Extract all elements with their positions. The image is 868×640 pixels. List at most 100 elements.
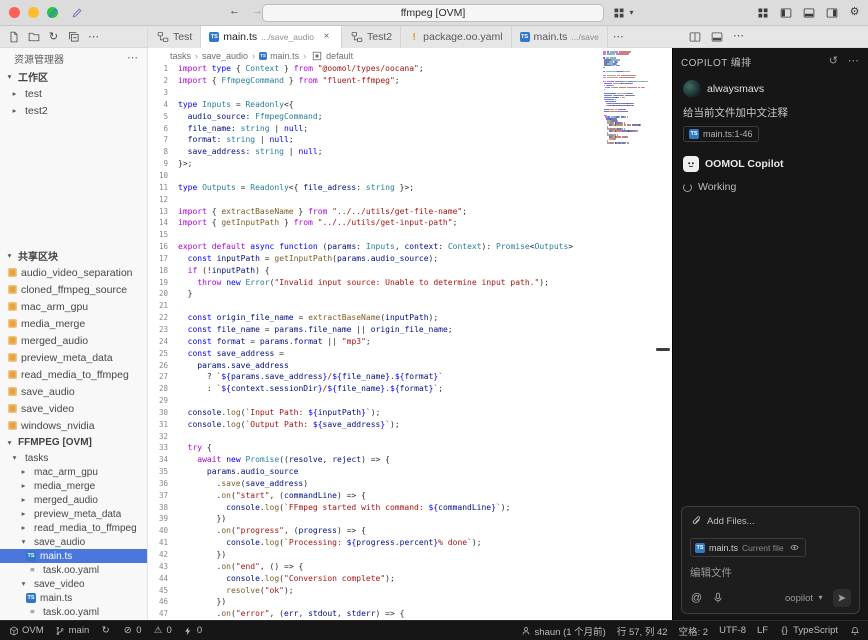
tree-item-preview_meta_data[interactable]: ▸preview_meta_data bbox=[0, 507, 147, 521]
status-eol[interactable]: LF bbox=[757, 625, 768, 636]
status-label: shaun (1 个月前) bbox=[535, 624, 606, 638]
chat-composer[interactable]: Add Files... TS main.ts Current file 编辑文… bbox=[681, 506, 860, 614]
history-icon[interactable]: ↺ bbox=[827, 55, 840, 68]
line-number: 39 bbox=[148, 514, 178, 523]
refresh-icon[interactable]: ↻ bbox=[47, 31, 60, 44]
tree-item-read_media_to_ffmpeg[interactable]: ▸read_media_to_ffmpeg bbox=[0, 521, 147, 535]
eye-icon[interactable] bbox=[788, 541, 801, 554]
section-header[interactable]: ▾共享区块 bbox=[0, 247, 147, 264]
settings-gear-icon[interactable]: ⚙ bbox=[848, 6, 861, 19]
tree-item-label: preview_meta_data bbox=[34, 509, 121, 520]
tree-item-save_video[interactable]: ▾save_video bbox=[0, 577, 147, 591]
tree-item-main-ts[interactable]: TSmain.ts bbox=[0, 549, 147, 563]
layout-switcher[interactable]: ▾ bbox=[612, 6, 636, 19]
tab-main-ts[interactable]: TSmain.ts.../save_audio× bbox=[201, 26, 342, 48]
minimap[interactable] bbox=[601, 51, 659, 144]
code-line: 20 } bbox=[148, 288, 672, 300]
status-indentation[interactable]: 空格: 2 bbox=[679, 624, 709, 638]
toggle-secondary-sidebar-icon[interactable] bbox=[825, 6, 838, 19]
tree-item-audio_video_separation[interactable]: audio_video_separation bbox=[0, 264, 147, 281]
status-blame[interactable]: shaun (1 个月前) bbox=[521, 624, 606, 638]
collapse-all-icon[interactable] bbox=[67, 31, 80, 44]
code-editor[interactable]: tasks›save_audio›TSmain.ts›default 1impo… bbox=[148, 48, 672, 620]
explorer-views-icon[interactable]: ⋯ bbox=[126, 52, 139, 65]
close-window-button[interactable] bbox=[9, 7, 20, 18]
tree-item-mac_arm_gpu[interactable]: ▸mac_arm_gpu bbox=[0, 465, 147, 479]
tree-item-merged_audio[interactable]: merged_audio bbox=[0, 332, 147, 349]
toggle-panel-icon[interactable] bbox=[802, 6, 815, 19]
status-sync[interactable]: ↻ bbox=[100, 625, 111, 636]
tree-item-save_audio[interactable]: save_audio bbox=[0, 383, 147, 400]
edit-icon[interactable] bbox=[46, 6, 59, 19]
explorer-more-actions-icon[interactable]: ⋯ bbox=[87, 31, 100, 44]
tab-Test[interactable]: Test bbox=[148, 26, 201, 48]
code-text: }) bbox=[178, 514, 226, 523]
minimize-window-button[interactable] bbox=[28, 7, 39, 18]
tree-item-merged_audio[interactable]: ▸merged_audio bbox=[0, 493, 147, 507]
line-number: 17 bbox=[148, 254, 178, 263]
explorer-section-0: ▾工作区▸test▸test2 bbox=[0, 68, 147, 119]
tree-item-save_video[interactable]: save_video bbox=[0, 400, 147, 417]
tree-item-task-oo-yaml[interactable]: ≡task.oo.yaml bbox=[0, 563, 147, 577]
panel-more-icon[interactable]: ⋯ bbox=[847, 55, 860, 68]
mic-icon[interactable] bbox=[711, 592, 724, 605]
tab-overflow-button[interactable]: ⋯ bbox=[612, 31, 625, 44]
new-folder-icon[interactable] bbox=[27, 31, 40, 44]
mention-icon[interactable]: @ bbox=[690, 592, 703, 605]
toggle-primary-sidebar-icon[interactable] bbox=[779, 6, 792, 19]
branch-icon bbox=[55, 625, 66, 636]
status-errors[interactable]: ⊘0 bbox=[122, 625, 141, 636]
status-language-mode[interactable]: {}TypeScript bbox=[779, 625, 838, 636]
tree-item-main-ts[interactable]: TSmain.ts bbox=[0, 591, 147, 605]
tree-item-preview_meta_data[interactable]: preview_meta_data bbox=[0, 349, 147, 366]
chat-input[interactable]: 编辑文件 bbox=[690, 565, 851, 580]
scrollbar-thumb[interactable] bbox=[656, 348, 670, 351]
status-encoding[interactable]: UTF-8 bbox=[719, 625, 746, 636]
status-cursor-position[interactable]: 行 57, 列 42 bbox=[617, 624, 668, 638]
tree-item-tasks[interactable]: ▾tasks bbox=[0, 451, 147, 465]
tree-item-media_merge[interactable]: media_merge bbox=[0, 315, 147, 332]
toggle-layout-icon[interactable] bbox=[710, 30, 723, 43]
brush-icon[interactable] bbox=[70, 6, 83, 19]
status-ports[interactable]: 0 bbox=[183, 625, 202, 636]
tree-item-read_media_to_ffmpeg[interactable]: read_media_to_ffmpeg bbox=[0, 366, 147, 383]
new-file-icon[interactable] bbox=[7, 31, 20, 44]
command-center[interactable]: ffmpeg [OVM] bbox=[262, 4, 604, 22]
breadcrumb-item[interactable]: TSmain.ts bbox=[259, 51, 299, 61]
split-editor-icon[interactable] bbox=[688, 30, 701, 43]
current-file-chip[interactable]: TS main.ts Current file bbox=[690, 538, 806, 557]
add-files-button[interactable]: Add Files... bbox=[690, 515, 755, 528]
status-notifications[interactable] bbox=[849, 625, 860, 636]
breadcrumb-item[interactable]: tasks bbox=[170, 51, 191, 61]
tree-item-save_audio[interactable]: ▾save_audio bbox=[0, 535, 147, 549]
tab-package-oo-yaml[interactable]: !package.oo.yaml bbox=[401, 26, 511, 48]
tab-main-ts[interactable]: TSmain.ts.../save bbox=[512, 26, 608, 48]
status-warnings[interactable]: ⚠0 bbox=[153, 625, 172, 636]
status-ovm[interactable]: OVM bbox=[8, 625, 44, 636]
extensions-grid-icon[interactable] bbox=[756, 6, 769, 19]
tree-item-mac_arm_gpu[interactable]: mac_arm_gpu bbox=[0, 298, 147, 315]
tree-item-test2[interactable]: ▸test2 bbox=[0, 102, 147, 119]
breadcrumb-item[interactable]: save_audio bbox=[202, 51, 248, 61]
more-actions-icon[interactable]: ⋯ bbox=[732, 30, 745, 43]
tree-item-test[interactable]: ▸test bbox=[0, 85, 147, 102]
tree-item-task-oo-yaml[interactable]: ≡task.oo.yaml bbox=[0, 605, 147, 619]
back-icon[interactable]: ← bbox=[228, 5, 241, 18]
code-line: 36 .save(save_address) bbox=[148, 478, 672, 490]
status-branch[interactable]: main bbox=[55, 625, 90, 636]
model-selector[interactable]: oopilot ▾ bbox=[785, 592, 825, 605]
breadcrumb-item[interactable]: default bbox=[310, 49, 353, 62]
tab-Test2[interactable]: Test2 bbox=[342, 26, 401, 48]
tab-close-icon[interactable]: × bbox=[320, 31, 333, 44]
code-area[interactable]: 1import type { Context } from "@oomol/ty… bbox=[148, 63, 672, 620]
tree-item-label: read_media_to_ffmpeg bbox=[21, 369, 129, 381]
code-line: 19 throw new Error("Invalid input source… bbox=[148, 276, 672, 288]
send-button[interactable] bbox=[833, 589, 851, 607]
section-header[interactable]: ▾FFMPEG [OVM] bbox=[0, 434, 147, 451]
section-header[interactable]: ▾工作区 bbox=[0, 68, 147, 85]
tree-item-windows_nvidia[interactable]: windows_nvidia bbox=[0, 417, 147, 434]
tree-item-media_merge[interactable]: ▸media_merge bbox=[0, 479, 147, 493]
tree-item-cloned_ffmpeg_source[interactable]: cloned_ffmpeg_source bbox=[0, 281, 147, 298]
context-chip-label: main.ts:1-46 bbox=[703, 129, 753, 139]
context-chip[interactable]: TS main.ts:1-46 bbox=[683, 126, 759, 142]
